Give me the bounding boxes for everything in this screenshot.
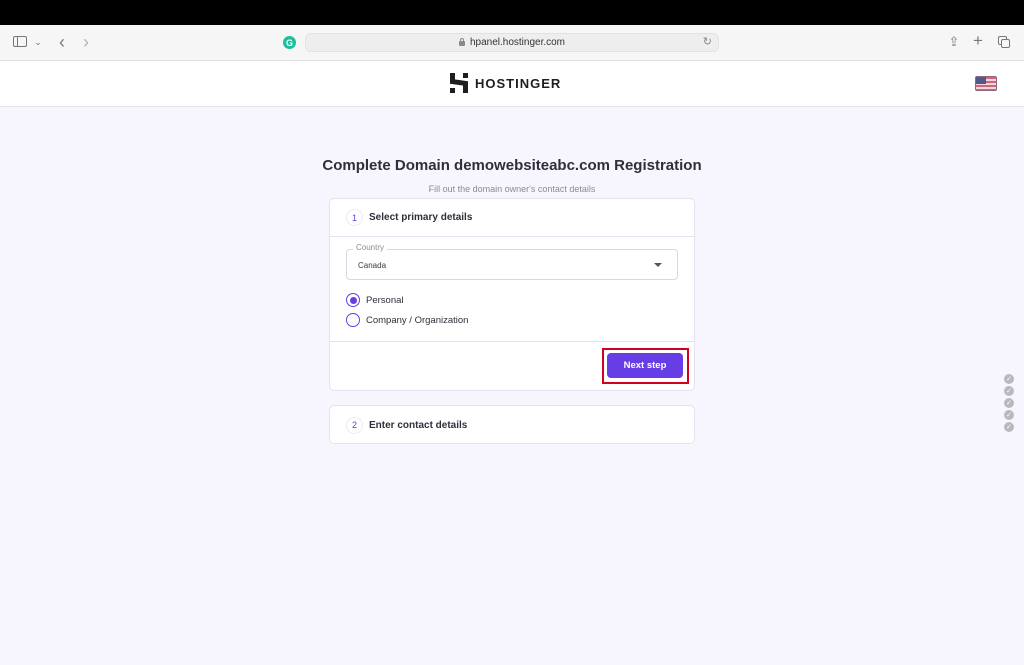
caret-down-icon bbox=[654, 263, 662, 267]
step-number: 2 bbox=[346, 416, 363, 434]
page-subtitle: Fill out the domain owner's contact deta… bbox=[428, 184, 596, 194]
chevron-down-icon[interactable]: ⌄ bbox=[33, 34, 43, 50]
share-icon[interactable]: ⇪ bbox=[947, 33, 961, 51]
radio-button[interactable] bbox=[346, 313, 360, 327]
back-icon[interactable]: ‹ bbox=[55, 32, 69, 52]
step-2-card: 2 Enter contact details bbox=[329, 405, 695, 444]
sidebar-toggle-icon[interactable] bbox=[13, 36, 27, 47]
check-icon[interactable]: ✓ bbox=[1004, 398, 1014, 408]
forward-icon[interactable]: › bbox=[79, 32, 93, 52]
radio-label: Personal bbox=[366, 294, 404, 306]
highlight-box: Next step bbox=[602, 348, 689, 384]
radio-company[interactable]: Company / Organization bbox=[346, 313, 468, 327]
browser-toolbar: ⌄ ‹ › G hpanel.hostinger.com ↻ ⇪ + bbox=[0, 25, 1024, 61]
lock-icon bbox=[458, 38, 465, 46]
country-select[interactable]: Country Canada bbox=[346, 243, 678, 280]
step-1-header[interactable]: 1 Select primary details bbox=[330, 199, 694, 237]
hostinger-logo[interactable]: HOSTINGER bbox=[450, 73, 561, 93]
tab-overview-icon[interactable] bbox=[998, 36, 1010, 48]
country-label: Country bbox=[353, 243, 388, 252]
radio-button-checked[interactable] bbox=[346, 293, 360, 307]
grammarly-icon[interactable]: G bbox=[283, 36, 296, 49]
new-tab-icon[interactable]: + bbox=[971, 31, 985, 51]
system-top-bar bbox=[0, 0, 1024, 25]
side-checklist: ✓ ✓ ✓ ✓ ✓ bbox=[1004, 374, 1014, 432]
step-label: Enter contact details bbox=[369, 419, 468, 431]
check-icon[interactable]: ✓ bbox=[1004, 410, 1014, 420]
site-header: HOSTINGER bbox=[0, 61, 1024, 107]
check-icon[interactable]: ✓ bbox=[1004, 422, 1014, 432]
step-2-header[interactable]: 2 Enter contact details bbox=[330, 406, 694, 444]
check-icon[interactable]: ✓ bbox=[1004, 386, 1014, 396]
next-step-button[interactable]: Next step bbox=[607, 353, 683, 378]
step-1-card: 1 Select primary details Country Canada … bbox=[329, 198, 695, 391]
reload-icon[interactable]: ↻ bbox=[703, 35, 712, 48]
country-value: Canada bbox=[358, 261, 387, 270]
radio-personal[interactable]: Personal bbox=[346, 293, 404, 307]
url-text: hpanel.hostinger.com bbox=[469, 37, 566, 48]
step-number: 1 bbox=[346, 209, 363, 226]
card-footer: Next step bbox=[330, 341, 694, 391]
step-label: Select primary details bbox=[369, 212, 473, 223]
radio-label: Company / Organization bbox=[366, 314, 469, 326]
check-icon[interactable]: ✓ bbox=[1004, 374, 1014, 384]
page-title: Complete Domain demowebsiteabc.com Regis… bbox=[322, 157, 702, 174]
brand-name: HOSTINGER bbox=[475, 75, 562, 91]
hostinger-logo-icon bbox=[450, 73, 468, 93]
address-bar[interactable]: hpanel.hostinger.com ↻ bbox=[305, 33, 719, 52]
us-flag-icon[interactable] bbox=[975, 76, 997, 91]
